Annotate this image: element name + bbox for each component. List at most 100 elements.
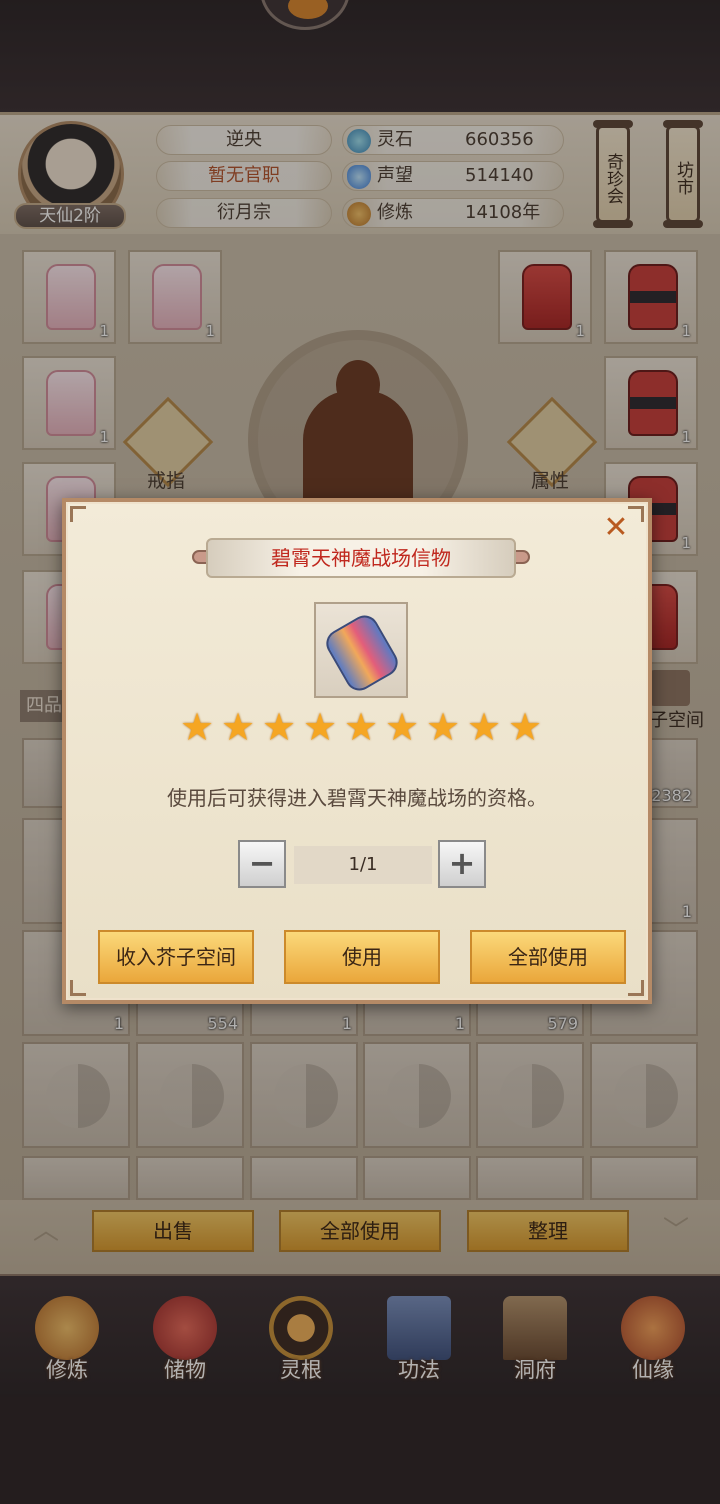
robe-icon — [522, 264, 572, 330]
equip-slot[interactable]: 1 — [498, 250, 592, 344]
item-count: 1 — [205, 322, 215, 340]
use-all-button[interactable]: 全部使用 — [470, 930, 626, 984]
nav-fate[interactable]: 仙缘 — [608, 1296, 698, 1390]
bag-slot[interactable] — [476, 1156, 584, 1200]
equip-slot[interactable]: 1 — [604, 250, 698, 344]
rank-badge: 天仙2阶 — [14, 203, 126, 229]
nav-label: 仙缘 — [632, 1358, 674, 1382]
bag-slot[interactable] — [136, 1156, 244, 1200]
dialog-title: 碧霄天神魔战场信物 — [206, 538, 516, 578]
empty-slot-icon — [614, 1064, 678, 1128]
robe-icon — [628, 264, 678, 330]
bottom-band — [0, 1394, 720, 1504]
equip-slot[interactable]: 1 — [128, 250, 222, 344]
top-medal-icon[interactable] — [260, 0, 350, 30]
nav-spirit-root[interactable]: 灵根 — [256, 1296, 346, 1390]
empty-slot-icon — [387, 1064, 451, 1128]
nav-storage[interactable]: 储物 — [140, 1296, 230, 1390]
item-count: 1 — [341, 1014, 352, 1033]
robe-icon — [628, 370, 678, 436]
equip-slot[interactable]: 1 — [22, 250, 116, 344]
item-preview — [314, 602, 408, 698]
official-title: 暂无官职 — [156, 161, 332, 191]
item-count: 1 — [575, 322, 585, 340]
stat-value: 14108年 — [465, 202, 541, 223]
item-count: 1 — [113, 1014, 124, 1033]
stat-value: 660356 — [465, 129, 534, 150]
item-count: 579 — [547, 1014, 578, 1033]
item-count: 1 — [99, 428, 109, 446]
item-count: 1 — [681, 902, 692, 921]
sect-name: 衍月宗 — [156, 198, 332, 228]
bag-slot[interactable] — [476, 1042, 584, 1148]
bag-slot[interactable] — [250, 1042, 358, 1148]
robe-icon — [46, 370, 96, 436]
equip-slot[interactable]: 1 — [604, 356, 698, 450]
item-description: 使用后可获得进入碧霄天神魔战场的资格。 — [167, 786, 547, 810]
bag-slot[interactable] — [363, 1042, 471, 1148]
star-icon: ★ — [343, 705, 379, 749]
page-up-icon[interactable]: ︿ — [26, 1218, 66, 1244]
close-icon[interactable]: ✕ — [600, 512, 632, 544]
stat-label: 声望 — [377, 165, 413, 186]
nav-label: 功法 — [398, 1358, 440, 1382]
empty-slot-icon — [500, 1064, 564, 1128]
quantity-field[interactable]: 1/1 — [294, 846, 432, 884]
star-icon: ★ — [220, 705, 256, 749]
spirit-stone-icon — [347, 129, 371, 153]
item-count: 2382 — [651, 786, 692, 805]
market-button[interactable]: 坊市 — [663, 120, 703, 228]
cultivate-icon — [35, 1296, 99, 1360]
bag-slot[interactable] — [590, 1042, 698, 1148]
stat-label: 灵石 — [377, 129, 413, 150]
empty-slot-icon — [46, 1064, 110, 1128]
star-icon: ★ — [384, 705, 420, 749]
bag-slot[interactable] — [250, 1156, 358, 1200]
corner-ornament — [70, 506, 86, 522]
empty-slot-icon — [160, 1064, 224, 1128]
equip-slot[interactable]: 1 — [22, 356, 116, 450]
player-header: 天仙2阶 逆央 暂无官职 衍月宗 灵石 660356 声望 514140 修炼 … — [0, 112, 720, 234]
technique-book-icon — [387, 1296, 451, 1360]
item-count: 1 — [681, 322, 691, 340]
nav-cave-house[interactable]: 洞府 — [490, 1296, 580, 1390]
star-icon: ★ — [302, 705, 338, 749]
sort-button[interactable]: 整理 — [467, 1210, 629, 1252]
nav-label: 灵根 — [280, 1358, 322, 1382]
corner-ornament — [628, 980, 644, 996]
star-icon: ★ — [425, 705, 461, 749]
increase-button[interactable]: + — [438, 840, 486, 888]
player-name: 逆央 — [156, 125, 332, 155]
treasure-fair-button[interactable]: 奇珍会 — [593, 120, 633, 228]
store-to-space-button[interactable]: 收入芥子空间 — [98, 930, 254, 984]
corner-ornament — [70, 980, 86, 996]
space-label: 子空间 — [650, 710, 704, 731]
stat-value: 514140 — [465, 165, 534, 186]
robe-icon — [152, 264, 202, 330]
bag-slot[interactable] — [363, 1156, 471, 1200]
use-all-bag-button[interactable]: 全部使用 — [279, 1210, 441, 1252]
top-band — [0, 0, 720, 112]
star-icon: ★ — [507, 705, 543, 749]
spirit-root-icon — [269, 1296, 333, 1360]
item-count: 1 — [99, 322, 109, 340]
cave-house-icon — [503, 1296, 567, 1360]
item-count: 1 — [454, 1014, 465, 1033]
bag-slot[interactable] — [590, 1156, 698, 1200]
stat-reputation: 声望 514140 — [342, 161, 564, 191]
nav-cultivate[interactable]: 修炼 — [22, 1296, 112, 1390]
use-button[interactable]: 使用 — [284, 930, 440, 984]
reputation-icon — [347, 165, 371, 189]
sell-button[interactable]: 出售 — [92, 1210, 254, 1252]
stat-spirit-stone: 灵石 660356 — [342, 125, 564, 155]
game-screen: 天仙2阶 逆央 暂无官职 衍月宗 灵石 660356 声望 514140 修炼 … — [0, 0, 720, 1504]
page-down-icon[interactable]: ﹀ — [656, 1218, 696, 1244]
bag-slot[interactable] — [22, 1156, 130, 1200]
decrease-button[interactable]: − — [238, 840, 286, 888]
nav-label: 修炼 — [46, 1358, 88, 1382]
cultivation-icon — [347, 202, 371, 226]
bag-slot[interactable] — [136, 1042, 244, 1148]
bag-slot[interactable] — [22, 1042, 130, 1148]
item-count: 1 — [681, 428, 691, 446]
nav-technique[interactable]: 功法 — [374, 1296, 464, 1390]
